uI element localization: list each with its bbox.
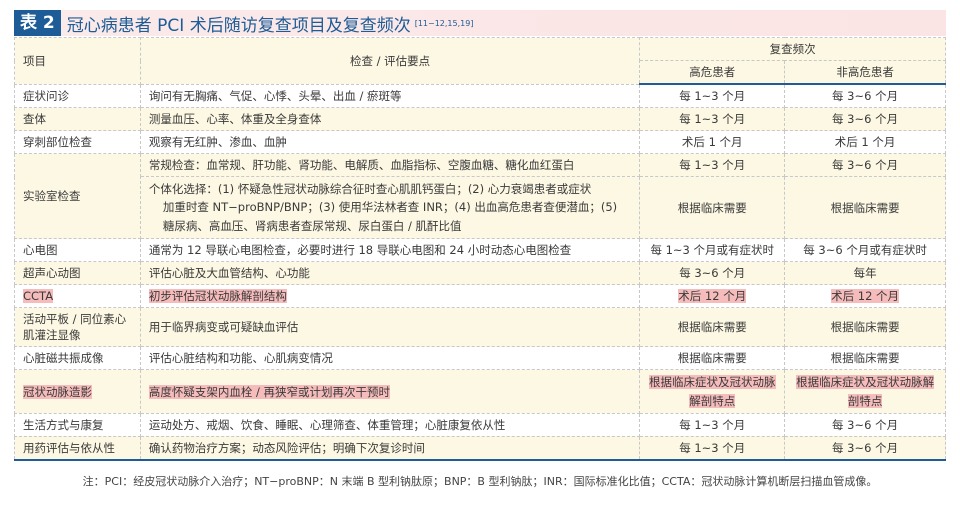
row-high: 每 1~3 个月 [639,412,786,437]
highlight: 根据临床症状及冠状动脉解剖特点 [796,375,935,408]
highlight: 根据临床症状及冠状动脉解剖特点 [649,375,776,408]
check-line: 加重时查 NT−proBNP/BNP；(3) 使用华法林者查 INR；(4) 出… [162,200,618,233]
highlight: 术后 12 个月 [831,289,900,304]
row-high: 术后 12 个月 [639,284,786,309]
row-check: 用于临界病变或可疑缺血评估 [139,307,641,348]
row-check: 通常为 12 导联心电图检查，必要时进行 18 导联心电图和 24 小时动态心电… [139,238,641,263]
row-item: 超声心动图 [14,261,141,286]
row-high: 每 1~3 个月 [639,83,786,108]
table-row: 超声心动图 评估心脏及大血管结构、心功能每 3~6 个月 每年 [14,261,946,286]
row-nonhigh: 根据临床需要 [784,175,946,240]
row-nonhigh: 根据临床需要 [784,346,946,371]
table-note: 注：PCI：经皮冠状动脉介入治疗；NT−proBNP：N 末端 B 型利钠肽原；… [82,475,878,488]
row-check: 确认药物治疗方案；动态风险评估；明确下次复诊时间 [139,435,641,461]
highlight: 冠状动脉造影 [23,384,92,399]
row-item: 活动平板 / 同位素心肌灌注显像 [14,307,141,348]
row-item: 查体 [14,107,141,131]
row-high: 每 1~3 个月 [639,107,786,131]
row-high: 根据临床症状及冠状动脉解剖特点 [639,369,786,414]
row-nonhigh: 每 3~6 个月或有症状时 [784,238,946,263]
title-reference: [11−12,15,19] [414,18,474,28]
header-frequency: 复查频次 [639,37,946,61]
row-item: CCTA [14,284,141,309]
header-high-risk: 高危患者 [639,60,786,85]
table-row: 查体 测量血压、心率、体重及全身查体每 1~3 个月每 3~6 个月 [14,107,946,131]
header-check: 检查 / 评估要点 [139,37,641,85]
table-row: 心脏磁共振成像 评估心脏结构和功能、心肌病变情况 根据临床需要 根据临床需要 [14,346,946,371]
table-row: 个体化选择：(1) 怀疑急性冠状动脉综合征时查心肌肌钙蛋白；(2) 心力衰竭患者… [15,175,946,240]
row-high: 每 1~3 个月或有症状时 [639,238,786,263]
table-row: 实验室检查 常规检查：血常规、肝功能、肾功能、电解质、血脂指标、空腹血糖、糖化血红… [14,152,946,240]
row-item: 症状问诊 [14,83,141,108]
row-nonhigh: 术后 1 个月 [784,130,946,154]
highlight: 术后 12 个月 [678,289,747,304]
highlight: CCTA [23,289,54,304]
row-nonhigh: 根据临床需要 [784,307,946,348]
check-line: 个体化选择：(1) 怀疑急性冠状动脉综合征时查心肌肌钙蛋白；(2) 心力衰竭患者… [148,182,592,196]
row-high: 术后 1 个月 [639,130,786,154]
row-nonhigh: 术后 12 个月 [784,284,946,309]
row-check: 高度怀疑支架内血栓 / 再狭窄或计划再次干预时 [139,369,641,414]
row-nonhigh: 每年 [784,261,946,286]
followup-table: 项目 检查 / 评估要点 复查频次 高危患者 非高危患者 症状问诊 询问有无胸痛、… [14,37,946,461]
highlight: 高度怀疑支架内血栓 / 再狭窄或计划再次干预时 [148,384,391,399]
row-item: 心电图 [14,238,141,263]
row-high: 每 3~6 个月 [639,261,786,286]
table-row: 用药评估与依从性 确认药物治疗方案；动态风险评估；明确下次复诊时间每 1~3 个月… [14,435,946,461]
row-item: 实验室检查 [14,152,141,240]
title-text: 冠心病患者 PCI 术后随访复查项目及复查频次 [66,15,411,36]
row-nonhigh: 根据临床症状及冠状动脉解剖特点 [784,369,946,414]
row-check: 评估心脏及大血管结构、心功能 [139,261,641,286]
table-row: 生活方式与康复 运动处方、戒烟、饮食、睡眠、心理筛查、体重管理；心脏康复依从性每 … [14,412,946,437]
row-item: 用药评估与依从性 [14,435,141,461]
table-row: 穿刺部位检查 观察有无红肿、渗血、血肿 术后 1 个月 术后 1 个月 [14,130,946,154]
row-item: 心脏磁共振成像 [14,346,141,371]
row-nonhigh: 每 3~6 个月 [784,412,946,437]
row-high: 根据临床需要 [639,307,786,348]
table-row: 冠状动脉造影 高度怀疑支架内血栓 / 再狭窄或计划再次干预时 根据临床症状及冠状动脉… [14,369,946,414]
row-check: 初步评估冠状动脉解剖结构 [139,284,641,309]
row-high: 根据临床需要 [639,346,786,371]
table-title: 表 2 冠心病患者 PCI 术后随访复查项目及复查频次 [11−12,15,19… [14,10,946,36]
row-check: 运动处方、戒烟、饮食、睡眠、心理筛查、体重管理；心脏康复依从性 [139,412,641,437]
row-item: 穿刺部位检查 [14,130,141,154]
row-item: 生活方式与康复 [14,412,141,437]
row-item: 冠状动脉造影 [14,369,141,414]
row-check: 测量血压、心率、体重及全身查体 [139,107,641,131]
table-row: 症状问诊 询问有无胸痛、气促、心悸、头晕、出血 / 瘀斑等每 1~3 个月每 3~… [14,83,946,108]
row-check: 个体化选择：(1) 怀疑急性冠状动脉综合征时查心肌肌钙蛋白；(2) 心力衰竭患者… [139,175,641,240]
table-row: 活动平板 / 同位素心肌灌注显像 用于临界病变或可疑缺血评估 根据临床需要 根据临床需… [14,307,946,348]
row-nonhigh: 每 3~6 个月 [784,83,946,108]
header-item: 项目 [14,37,141,85]
table-row: CCTA 初步评估冠状动脉解剖结构 术后 12 个月 术后 12 个月 [14,284,946,309]
table-number: 表 2 [14,10,61,36]
highlight: 初步评估冠状动脉解剖结构 [148,289,287,304]
header-non-high-risk: 非高危患者 [784,60,946,85]
row-nonhigh: 每 3~6 个月 [784,107,946,131]
table-row: 心电图 通常为 12 导联心电图检查，必要时进行 18 导联心电图和 24 小时动… [14,238,946,263]
row-check: 观察有无红肿、渗血、血肿 [139,130,641,154]
row-nonhigh: 每 3~6 个月 [784,153,946,177]
row-nonhigh: 每 3~6 个月 [784,435,946,461]
row-check: 询问有无胸痛、气促、心悸、头晕、出血 / 瘀斑等 [139,83,641,108]
row-high: 每 1~3 个月 [639,435,786,461]
row-high: 每 1~3 个月 [639,153,786,177]
row-check: 常规检查：血常规、肝功能、肾功能、电解质、血脂指标、空腹血糖、糖化血红蛋白 [139,153,641,177]
row-high: 根据临床需要 [639,175,786,240]
row-check: 评估心脏结构和功能、心肌病变情况 [139,346,641,371]
